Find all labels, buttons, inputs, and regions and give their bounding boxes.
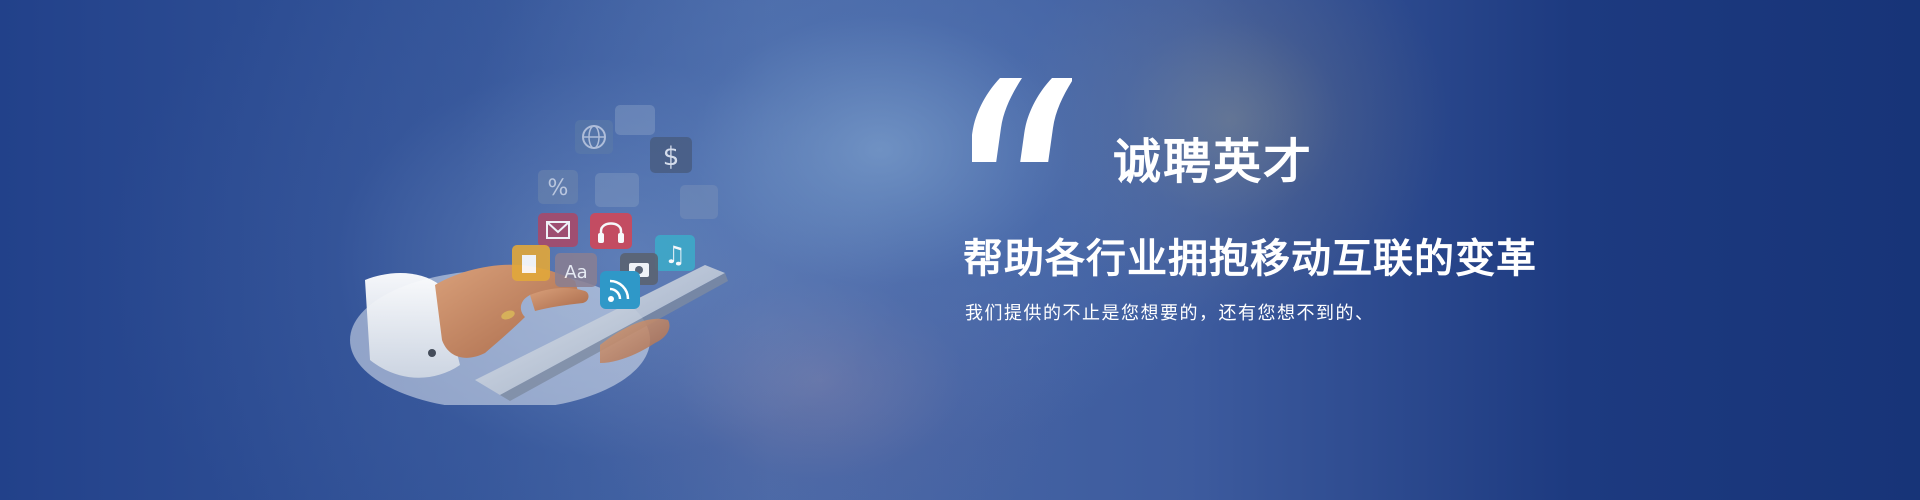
svg-text:♫: ♫ <box>664 241 686 269</box>
banner-subheadline: 帮助各行业拥抱移动互联的变革 <box>963 236 1537 282</box>
mail-icon <box>538 213 578 247</box>
document-icon <box>512 245 550 281</box>
banner-headline: 诚聘英才 <box>1113 134 1314 190</box>
rss-icon <box>600 271 640 309</box>
recruitment-banner: $ % Aa ♫ 诚聘英才 帮助各行业拥抱移动互联的变革 我们提供的不止是您想要… <box>0 0 1920 500</box>
font-icon: Aa <box>555 253 597 287</box>
banner-tagline: 我们提供的不止是您想要的，还有您想不到的、 <box>965 303 1375 324</box>
dollar-icon: $ <box>650 137 692 173</box>
svg-text:Aa: Aa <box>564 262 587 283</box>
headphones-icon <box>590 213 632 249</box>
percent-icon: % <box>538 170 578 204</box>
svg-text:$: $ <box>663 142 680 172</box>
hand-tablet-illustration: $ % Aa ♫ <box>350 95 800 405</box>
app-icon <box>680 185 718 219</box>
globe-icon <box>575 120 613 154</box>
chat-bubble-icon <box>595 173 639 207</box>
cloud-icon <box>615 105 655 135</box>
quote-mark-icon <box>972 78 1072 162</box>
music-icon: ♫ <box>655 235 695 271</box>
svg-text:%: % <box>548 176 569 201</box>
